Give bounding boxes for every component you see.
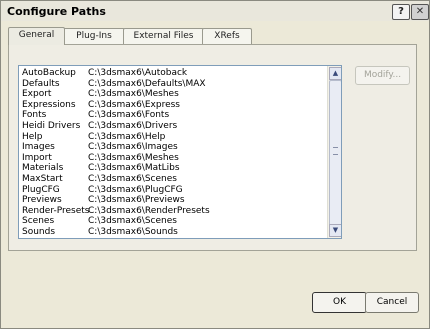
path-value: C:\3dsmax6\PlugCFG — [88, 184, 183, 195]
path-name: AutoBackup — [22, 68, 76, 78]
path-name: Help — [22, 131, 43, 142]
path-value: C:\3dsmax6\Autoback — [88, 68, 188, 78]
path-value: C:\3dsmax6\MatLibs — [88, 163, 180, 174]
help-button[interactable]: ? — [392, 4, 410, 20]
path-value: C:\3dsmax6\Images — [88, 142, 178, 153]
list-item[interactable]: Materials C:\3dsmax6\MatLibs — [19, 163, 327, 174]
list-item[interactable]: Import C:\3dsmax6\Meshes — [19, 153, 327, 164]
list-item[interactable]: Defaults C:\3dsmax6\Defaults\MAX — [19, 79, 327, 90]
list-item[interactable]: Heidi Drivers C:\3dsmax6\Drivers — [19, 121, 327, 132]
path-value: C:\3dsmax6\Express — [88, 99, 180, 110]
close-button[interactable]: ✕ — [411, 4, 429, 20]
path-value: C:\3dsmax6\RenderPresets — [88, 205, 210, 216]
path-name: Export — [22, 89, 52, 100]
list-item[interactable]: Expressions C:\3dsmax6\Express — [19, 100, 327, 111]
path-value: C:\3dsmax6\Drivers — [88, 120, 178, 131]
title-bar: Configure Paths ? ✕ — [1, 1, 429, 21]
list-item[interactable]: PlugCFG C:\3dsmax6\PlugCFG — [19, 185, 327, 196]
list-item[interactable]: Scenes C:\3dsmax6\Scenes — [19, 216, 327, 227]
path-value: C:\3dsmax6\Sounds — [88, 226, 178, 237]
ok-button[interactable]: OK — [312, 292, 367, 313]
list-item[interactable]: Help C:\3dsmax6\Help — [19, 132, 327, 143]
path-name: Render-Presets — [22, 205, 90, 216]
path-name: Sounds — [22, 226, 56, 237]
path-name: Defaults — [22, 78, 60, 89]
modify-button[interactable]: Modify... — [355, 66, 410, 85]
scroll-down-icon[interactable]: ▼ — [329, 224, 341, 237]
tab-external-files[interactable]: External Files — [123, 28, 204, 44]
grip-icon — [333, 147, 338, 155]
path-name: Materials — [22, 163, 64, 174]
path-name: Heidi Drivers — [22, 120, 81, 131]
list-item[interactable]: Images C:\3dsmax6\Images — [19, 142, 327, 153]
path-value: C:\3dsmax6\Previews — [88, 195, 185, 206]
vertical-scrollbar[interactable]: ▲ ▼ — [327, 66, 341, 238]
path-name: Fonts — [22, 110, 47, 121]
scroll-thumb[interactable] — [329, 80, 341, 226]
tab-xrefs[interactable]: XRefs — [202, 28, 252, 44]
list-item[interactable]: Previews C:\3dsmax6\Previews — [19, 195, 327, 206]
path-value: C:\3dsmax6\Meshes — [88, 152, 179, 163]
path-name: Scenes — [22, 216, 55, 227]
list-item[interactable]: Fonts C:\3dsmax6\Fonts — [19, 110, 327, 121]
path-value: C:\3dsmax6\Help — [88, 131, 166, 142]
tab-plug-ins[interactable]: Plug-Ins — [63, 28, 125, 44]
path-name: MaxStart — [22, 173, 63, 184]
path-value: C:\3dsmax6\Meshes — [88, 89, 179, 100]
path-name: Import — [22, 152, 52, 163]
path-name: Expressions — [22, 99, 76, 110]
configure-paths-dialog: Configure Paths ? ✕ General Plug-Ins Ext… — [0, 0, 430, 329]
path-name: Previews — [22, 195, 62, 206]
list-item[interactable]: Render-Presets C:\3dsmax6\RenderPresets — [19, 206, 327, 217]
paths-list[interactable]: AutoBackup C:\3dsmax6\Autoback Defaults C:… — [18, 65, 342, 239]
path-value: C:\3dsmax6\Scenes — [88, 216, 177, 227]
list-item[interactable]: MaxStart C:\3dsmax6\Scenes — [19, 174, 327, 185]
path-value: C:\3dsmax6\Defaults\MAX — [88, 78, 206, 89]
path-value: C:\3dsmax6\Fonts — [88, 110, 170, 121]
paths-list-rows: AutoBackup C:\3dsmax6\Autoback Defaults C:… — [19, 68, 327, 238]
list-item[interactable]: Export C:\3dsmax6\Meshes — [19, 89, 327, 100]
list-item[interactable]: Sounds C:\3dsmax6\Sounds — [19, 227, 327, 238]
list-item[interactable]: AutoBackup C:\3dsmax6\Autoback — [19, 68, 327, 79]
path-name: PlugCFG — [22, 184, 60, 195]
scroll-up-icon[interactable]: ▲ — [329, 67, 341, 80]
tab-general[interactable]: General — [8, 27, 65, 45]
path-name: Images — [22, 142, 55, 153]
dialog-title: Configure Paths — [7, 5, 106, 18]
cancel-button[interactable]: Cancel — [365, 292, 419, 313]
path-value: C:\3dsmax6\Scenes — [88, 173, 177, 184]
